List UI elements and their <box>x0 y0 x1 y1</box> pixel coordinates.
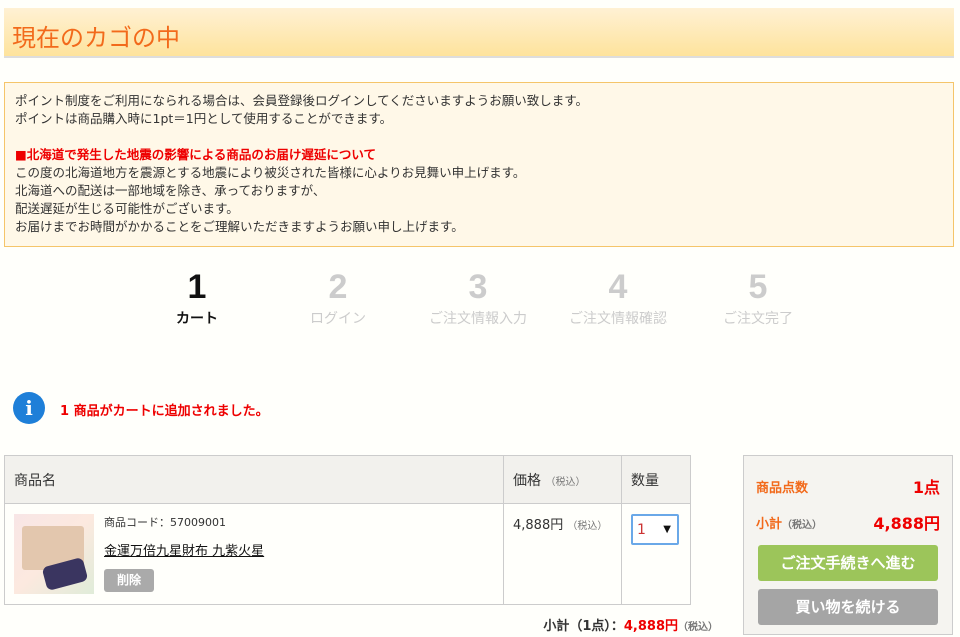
product-price: 4,888円 （税込） <box>503 503 622 605</box>
notice-line: お届けまでお時間がかかることをご理解いただきますようお願い申し上げます。 <box>15 219 464 234</box>
continue-shopping-button[interactable]: 買い物を続ける <box>758 589 938 625</box>
header-price: 価格 （税込） <box>503 455 622 504</box>
header-qty: 数量 <box>621 455 691 504</box>
notice-box: ポイント制度をご利用になられる場合は、会員登録後ログインしてくださいますようお願… <box>4 82 954 247</box>
info-icon: i <box>13 392 45 424</box>
delete-button[interactable]: 削除 <box>104 569 154 592</box>
step-order-info: 3 ご注文情報入力 <box>429 268 527 327</box>
subtotal-line: 小計（1点）：4,888円（税込） <box>543 619 718 634</box>
cart-added-message: 1 商品がカートに追加されました。 <box>60 404 269 419</box>
notice-line: この度の北海道地方を震源とする地震により被災された皆様に心よりお見舞い申上げます… <box>15 165 526 180</box>
subtotal-value: 4,888円 <box>873 514 940 533</box>
notice-line: ポイントは商品購入時に1pt＝1円として使用することができます。 <box>15 111 393 126</box>
subtotal-label: 小計（税込） <box>756 516 823 532</box>
header-name: 商品名 <box>4 455 504 504</box>
order-summary: 商品点数 1点 小計（税込） 4,888円 ご注文手続きへ進む 買い物を続ける <box>743 455 953 635</box>
step-confirm: 4 ご注文情報確認 <box>569 268 667 327</box>
alert-title: ■北海道で発生した地震の影響による商品のお届け遅延について <box>15 147 377 162</box>
step-login: 2 ログイン <box>310 268 366 327</box>
notice-line: ポイント制度をご利用になられる場合は、会員登録後ログインしてくださいますようお願… <box>15 93 589 108</box>
notice-line: 北海道への配送は一部地域を除き、承っておりますが、 <box>15 183 326 198</box>
page-title: 現在のカゴの中 <box>4 8 954 58</box>
notice-line: 配送遅延が生じる可能性がございます。 <box>15 201 239 216</box>
table-row: 商品コード：57009001 金運万倍九星財布 九紫火星 削除 4,888円 （… <box>4 503 691 605</box>
step-cart: 1 カート <box>176 268 218 327</box>
chevron-down-icon: ▼ <box>663 524 671 535</box>
quantity-select[interactable]: 1 ▼ <box>631 514 679 545</box>
step-complete: 5 ご注文完了 <box>723 268 793 327</box>
count-value: 1点 <box>912 478 940 497</box>
product-name-link[interactable]: 金運万倍九星財布 九紫火星 <box>104 540 264 559</box>
count-label: 商品点数 <box>756 480 809 496</box>
checkout-button[interactable]: ご注文手続きへ進む <box>758 545 938 581</box>
product-image[interactable] <box>14 514 94 594</box>
cart-table: 商品名 価格 （税込） 数量 商品コード：57009001 金運万倍九星財布 九… <box>4 455 691 605</box>
